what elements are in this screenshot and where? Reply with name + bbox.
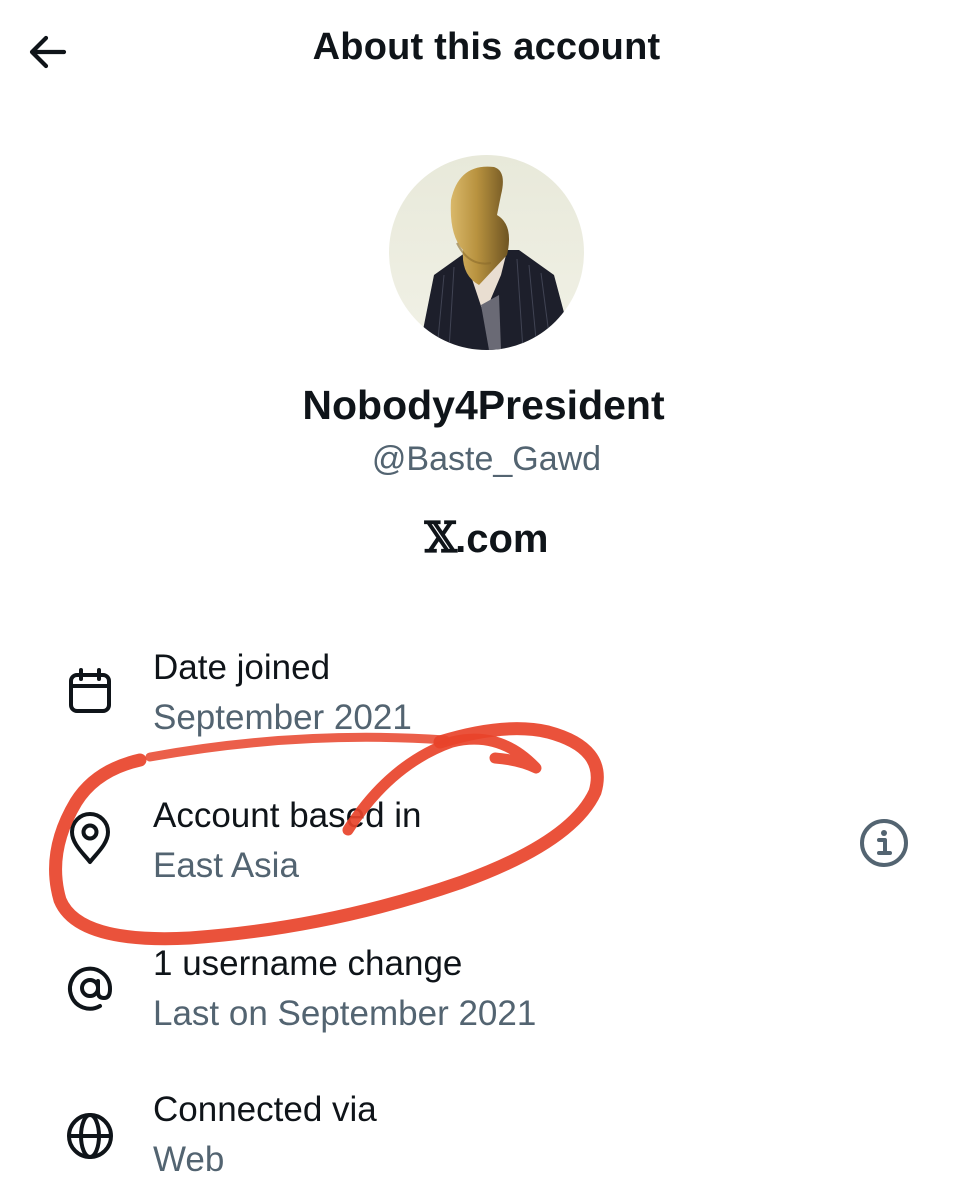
calendar-icon — [58, 660, 122, 724]
globe-icon — [58, 1104, 122, 1168]
display-name: Nobody4President — [302, 382, 665, 428]
about-account-page: About this account Nobody4President @Bas… — [0, 0, 973, 1200]
page-title: About this account — [312, 26, 661, 68]
at-sign-icon — [58, 956, 122, 1020]
avatar[interactable] — [389, 155, 584, 350]
row-label: Connected via — [153, 1090, 377, 1129]
platform-label: 𝕏.com — [0, 513, 973, 562]
row-value: East Asia — [153, 846, 299, 885]
location-pin-icon — [58, 806, 122, 870]
info-button[interactable] — [855, 814, 913, 872]
info-row-account-based-in: Account based in East Asia — [0, 796, 973, 906]
row-value: Last on September 2021 — [153, 994, 537, 1033]
row-label: Date joined — [153, 648, 331, 687]
x-logo-icon: 𝕏 — [424, 513, 458, 562]
platform-suffix: .com — [455, 517, 549, 561]
header: About this account — [0, 0, 973, 104]
avatar-image — [389, 155, 584, 350]
info-row-username-change: 1 username change Last on September 2021 — [0, 944, 973, 1054]
row-value: Web — [153, 1140, 225, 1179]
row-label: 1 username change — [153, 944, 463, 983]
row-value: September 2021 — [153, 698, 412, 737]
username-handle: @Baste_Gawd — [371, 440, 602, 478]
row-label: Account based in — [153, 796, 422, 835]
info-row-date-joined: Date joined September 2021 — [0, 648, 973, 758]
info-circle-icon — [860, 819, 908, 867]
info-row-connected-via: Connected via Web — [0, 1090, 973, 1200]
